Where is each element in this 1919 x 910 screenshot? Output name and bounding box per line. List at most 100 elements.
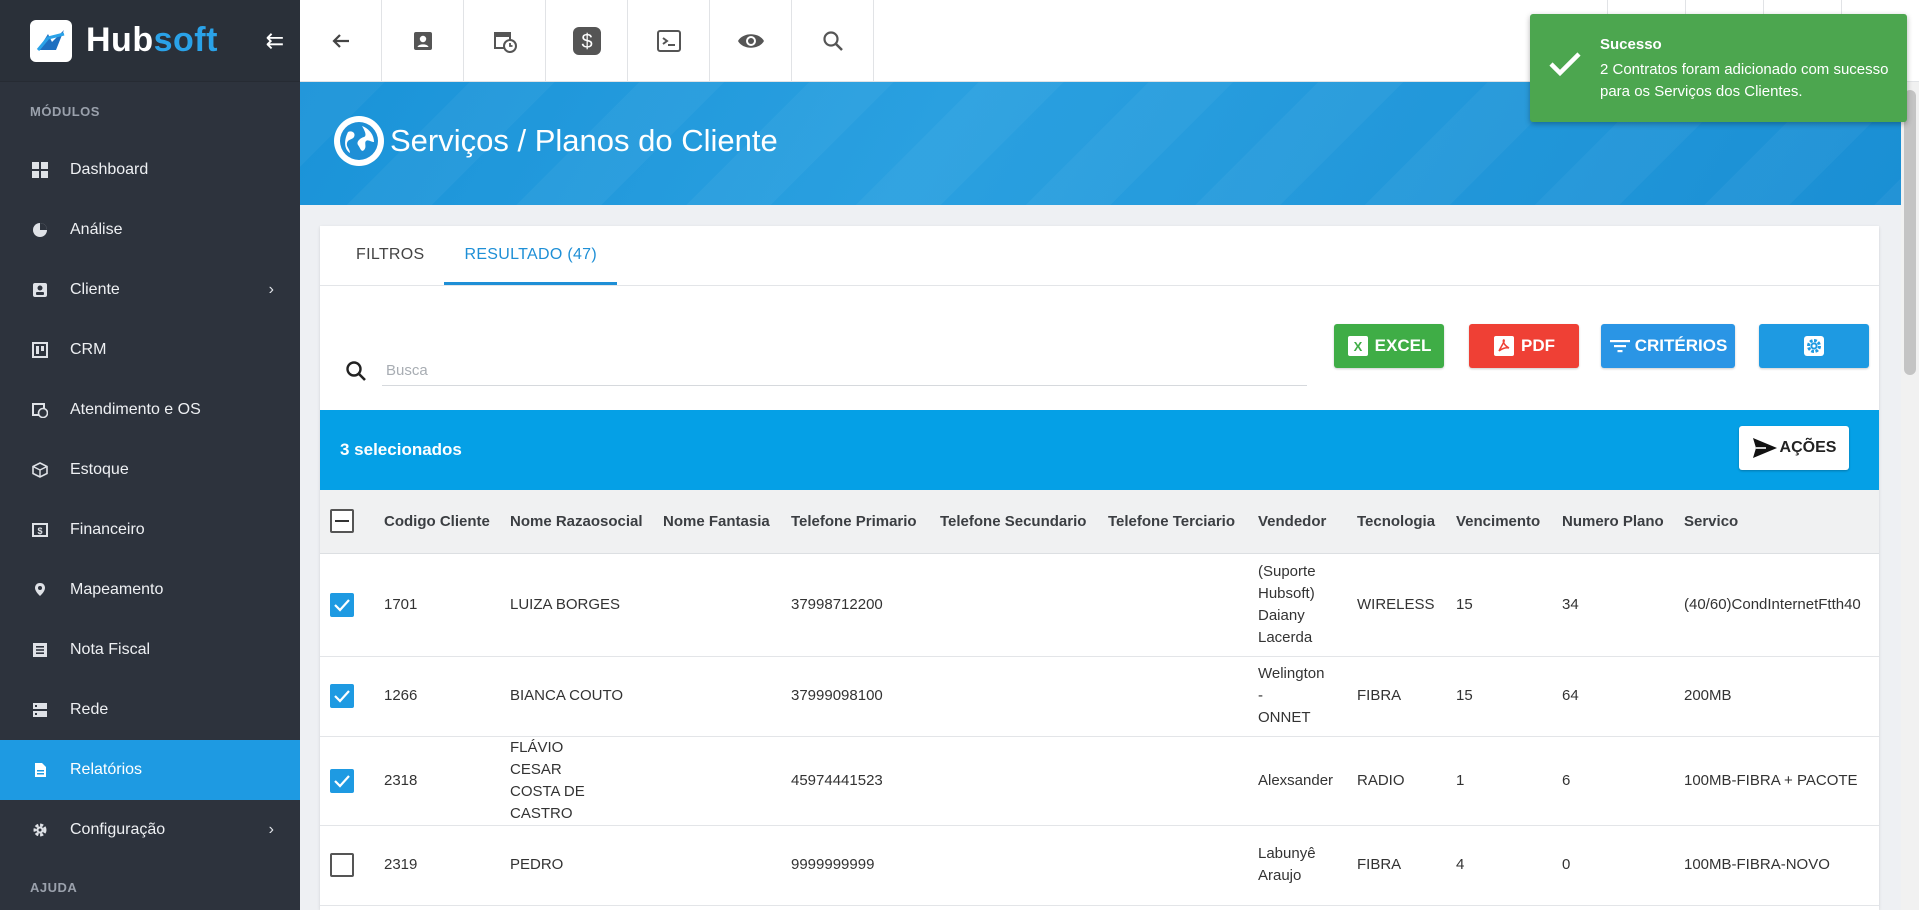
column-header[interactable]: Codigo Cliente <box>376 490 502 554</box>
check-icon <box>334 690 350 703</box>
cell-servico: 100MB-FIBRA-NOVO <box>1676 825 1879 906</box>
dashboard-icon <box>30 160 50 180</box>
pdf-button-label: PDF <box>1521 336 1555 355</box>
cell-tel3 <box>1100 736 1250 826</box>
gear-icon <box>30 820 50 840</box>
svg-text:$: $ <box>37 526 42 536</box>
column-header[interactable]: Telefone Secundario <box>932 490 1100 554</box>
terminal-icon <box>656 30 681 52</box>
cell-vencimento: 1 <box>1448 736 1554 826</box>
financial-button[interactable]: $ <box>546 0 628 82</box>
sidebar-item-atendimento[interactable]: Atendimento e OS <box>0 380 300 440</box>
row-checkbox[interactable] <box>330 592 354 617</box>
gear-icon <box>1804 336 1824 356</box>
column-header[interactable]: Tecnologia <box>1349 490 1448 554</box>
sidebar-item-dashboard[interactable]: Dashboard <box>0 140 300 200</box>
sidebar-item-estoque[interactable]: Estoque <box>0 440 300 500</box>
cell-tecnologia: FIBRA <box>1349 825 1448 906</box>
cell-vencimento: 4 <box>1448 825 1554 906</box>
sidebar-item-label: Dashboard <box>70 161 149 178</box>
settings-button[interactable] <box>1759 324 1869 368</box>
table-row[interactable]: 2319 PEDRO 9999999999 Labunyê Araujo FIB… <box>320 825 1879 906</box>
column-header[interactable]: Nome Razaosocial <box>502 490 655 554</box>
sidebar-item-label: CRM <box>70 341 107 358</box>
schedule-button[interactable] <box>464 0 546 82</box>
search-icon <box>822 31 843 51</box>
brand-name: Hubsoft <box>86 21 218 59</box>
sidebar-item-label: Financeiro <box>70 521 145 538</box>
column-header[interactable]: Telefone Primario <box>783 490 932 554</box>
pie-chart-icon <box>30 220 50 240</box>
svg-text:X: X <box>1353 339 1362 354</box>
row-checkbox[interactable] <box>330 853 354 877</box>
sidebar-item-cliente[interactable]: Cliente › <box>0 260 300 320</box>
cell-nome: PEDRO <box>502 825 655 906</box>
sidebar-item-financeiro[interactable]: $ Financeiro <box>0 500 300 560</box>
acoes-button[interactable]: AÇÕES <box>1739 426 1849 470</box>
cell-tel2 <box>932 656 1100 737</box>
column-header[interactable]: Vencimento <box>1448 490 1554 554</box>
column-header[interactable]: Vendedor <box>1250 490 1349 554</box>
sidebar-item-relatorios[interactable]: Relatórios <box>0 740 300 800</box>
row-checkbox[interactable] <box>330 768 354 793</box>
cell-vendedor: Alexsander <box>1250 736 1349 826</box>
money-icon: $ <box>30 520 50 540</box>
section-label-modules: MÓDULOS <box>30 104 100 119</box>
table-row[interactable]: 2318 FLÁVIO CESAR COSTA DE CASTRO 459744… <box>320 736 1879 826</box>
page-scrollbar[interactable] <box>1901 82 1919 910</box>
column-header[interactable]: Nome Fantasia <box>655 490 783 554</box>
sidebar: Hubsoft ⇇ MÓDULOS Dashboard Análise Clie… <box>0 0 300 910</box>
document-icon <box>30 760 50 780</box>
success-toast[interactable]: Sucesso 2 Contratos foram adicionado com… <box>1530 14 1907 122</box>
view-button[interactable] <box>710 0 792 82</box>
sidebar-item-analise[interactable]: Análise <box>0 200 300 260</box>
back-button[interactable] <box>300 0 382 82</box>
table-row[interactable]: 1266 BIANCA COUTO 37999098100 Welington … <box>320 656 1879 737</box>
sidebar-item-rede[interactable]: Rede <box>0 680 300 740</box>
contact-card-icon <box>413 32 432 50</box>
sidebar-item-label: Nota Fiscal <box>70 641 151 658</box>
cell-tel3 <box>1100 825 1250 906</box>
select-all-checkbox[interactable] <box>330 509 354 534</box>
tab-filtros[interactable]: FILTROS <box>336 226 444 285</box>
cell-codigo: 1266 <box>376 656 502 737</box>
cell-nome: BIANCA COUTO <box>502 656 655 737</box>
scrollbar-thumb[interactable] <box>1904 90 1916 375</box>
sidebar-item-mapeamento[interactable]: Mapeamento <box>0 560 300 620</box>
search-input[interactable] <box>382 356 1307 386</box>
row-checkbox[interactable] <box>330 684 354 708</box>
results-card: FILTROS RESULTADO (47) X EXCEL PDF CRITÉ… <box>320 226 1879 910</box>
collapse-sidebar-icon[interactable]: ⇇ <box>266 28 284 54</box>
search-button[interactable] <box>792 0 874 82</box>
excel-button[interactable]: X EXCEL <box>1334 324 1444 368</box>
column-header[interactable]: Servico <box>1676 490 1879 554</box>
brand: Hubsoft ⇇ <box>0 0 300 82</box>
criterios-button-label: CRITÉRIOS <box>1634 336 1728 355</box>
page-title: Serviços / Planos do Cliente <box>334 116 778 166</box>
sidebar-item-configuracao[interactable]: Configuração › <box>0 800 300 860</box>
table-header-row: Codigo Cliente Nome Razaosocial Nome Fan… <box>320 490 1879 554</box>
sidebar-item-nota-fiscal[interactable]: Nota Fiscal <box>0 620 300 680</box>
cell-vencimento: 15 <box>1448 656 1554 737</box>
chevron-right-icon: › <box>268 821 274 838</box>
pdf-button[interactable]: PDF <box>1469 324 1579 368</box>
tab-resultado[interactable]: RESULTADO (47) <box>444 226 618 285</box>
cell-tel3 <box>1100 656 1250 737</box>
criterios-button[interactable]: CRITÉRIOS <box>1601 324 1735 368</box>
cell-vendedor: Labunyê Araujo <box>1250 825 1349 906</box>
toast-title: Sucesso <box>1600 36 1662 53</box>
cell-servico: 100MB-FIBRA + PACOTE <box>1676 736 1879 826</box>
sidebar-item-label: Análise <box>70 221 123 238</box>
sidebar-item-crm[interactable]: CRM <box>0 320 300 380</box>
send-icon <box>1752 438 1777 458</box>
filter-lines-icon <box>1609 340 1630 353</box>
column-header[interactable]: Numero Plano <box>1554 490 1676 554</box>
table-row[interactable]: 1701 LUIZA BORGES 37998712200 (Suporte H… <box>320 553 1879 657</box>
column-header[interactable]: Telefone Terciario <box>1100 490 1250 554</box>
cell-tel2 <box>932 825 1100 906</box>
cell-servico: (40/60)CondInternetFtth40 <box>1676 553 1879 657</box>
cell-vencimento: 15 <box>1448 553 1554 657</box>
terminal-button[interactable] <box>628 0 710 82</box>
cell-vendedor: (Suporte Hubsoft) Daiany Lacerda <box>1250 553 1349 657</box>
client-button[interactable] <box>382 0 464 82</box>
